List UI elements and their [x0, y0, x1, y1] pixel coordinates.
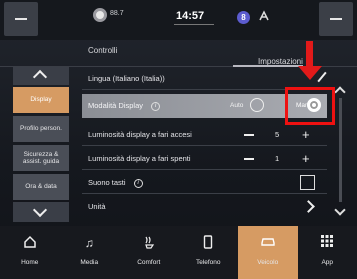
key-sound-checkbox[interactable]	[300, 175, 315, 190]
brightness-lights-off-label: Luminosità display a fari spenti	[88, 154, 191, 163]
key-sound-label: Suono tasti	[88, 178, 126, 187]
minus-icon	[15, 18, 27, 20]
brightness-on-decrease-button[interactable]	[244, 134, 254, 136]
seat-heat-icon	[119, 235, 179, 251]
brightness-off-increase-button[interactable]: +	[302, 152, 310, 165]
settings-tab-indicator	[233, 65, 303, 67]
nav-app[interactable]: App	[298, 226, 357, 279]
display-mode-label: Modalità Display	[88, 101, 144, 110]
scroll-up-icon[interactable]	[334, 86, 346, 98]
top-right-button[interactable]	[319, 2, 353, 36]
nav-home[interactable]: Home	[0, 226, 60, 279]
sidebar-item-display[interactable]: Display	[13, 87, 69, 113]
controls-title: Controlli	[88, 46, 118, 55]
brightness-lights-on-label: Luminosità display a fari accesi	[88, 130, 192, 139]
annotation-highlight-box	[285, 87, 335, 125]
radio-icon	[93, 8, 107, 22]
nav-vehicle-label: Veicolo	[257, 259, 279, 266]
clock-underline	[174, 24, 214, 25]
radio-station: 88.7	[110, 10, 124, 17]
nav-comfort[interactable]: Comfort	[119, 226, 179, 279]
bottom-navigation: Home ♫ Media Comfort Telefono Veicolo Ap…	[0, 226, 357, 279]
apps-grid-icon	[298, 235, 357, 251]
auto-radio[interactable]	[250, 98, 264, 112]
profile-icon: 8	[237, 11, 250, 24]
nav-phone-label: Telefono	[195, 259, 221, 266]
info-icon[interactable]: i	[151, 101, 161, 111]
brightness-off-decrease-button[interactable]	[244, 158, 254, 160]
nav-home-label: Home	[21, 259, 39, 266]
annotation-arrow-icon	[298, 66, 322, 80]
brightness-off-value: 1	[275, 154, 280, 163]
top-left-button[interactable]	[4, 2, 38, 36]
key-sound-row: Suono tasti i	[82, 172, 327, 194]
scroll-down-icon[interactable]	[334, 204, 346, 216]
menu-scroll-down-button[interactable]	[13, 202, 69, 222]
clock: 14:57	[176, 10, 205, 22]
sidebar-item-safety[interactable]: Sicurezza & assist. guida	[13, 145, 69, 171]
nav-vehicle[interactable]: Veicolo	[238, 226, 298, 279]
annotation-arrow-shaft	[306, 41, 313, 67]
music-note-icon: ♫	[84, 236, 94, 250]
menu-scroll-up-button[interactable]	[13, 67, 69, 85]
minus-icon	[330, 18, 342, 20]
nav-phone[interactable]: Telefono	[179, 226, 239, 279]
nav-media[interactable]: ♫ Media	[60, 226, 120, 279]
chevron-up-icon	[32, 69, 48, 85]
nav-media-label: Media	[80, 259, 99, 266]
chevron-down-icon	[32, 202, 48, 218]
brightness-lights-off-row: Luminosità display a fari spenti 1 +	[82, 148, 327, 170]
units-row[interactable]: Unità	[82, 196, 327, 218]
scrollbar[interactable]	[339, 98, 342, 202]
chevron-right-icon	[302, 200, 315, 213]
status-bar: 88.7 14:57 8	[0, 0, 357, 40]
info-icon[interactable]: i	[133, 178, 143, 188]
infotainment-screen: 88.7 14:57 8 Controlli Impostazioni Disp…	[0, 0, 357, 279]
brightness-on-increase-button[interactable]: +	[302, 128, 310, 141]
brightness-on-value: 5	[275, 130, 280, 139]
antenna-icon	[258, 10, 270, 25]
nav-app-label: App	[321, 259, 334, 266]
phone-icon	[179, 235, 239, 251]
language-label: Lingua (Italiano (Italia))	[88, 74, 165, 83]
car-icon	[238, 235, 298, 251]
units-label: Unità	[88, 202, 106, 211]
sidebar-item-profile[interactable]: Profilo person.	[13, 116, 69, 142]
brightness-lights-on-row: Luminosità display a fari accesi 5 +	[82, 124, 327, 146]
home-icon	[0, 235, 60, 251]
nav-comfort-label: Comfort	[137, 259, 161, 266]
auto-option-label: Auto	[230, 102, 244, 109]
sidebar-item-time-date[interactable]: Ora & data	[13, 174, 69, 200]
